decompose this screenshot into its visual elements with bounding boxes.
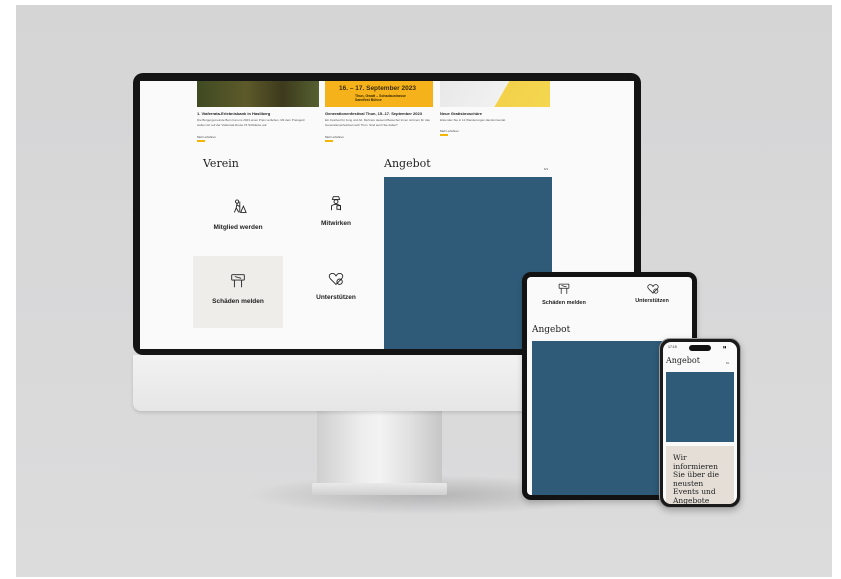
news-image-poster: 16. – 17. September 2023 Thun, Gwatt – S… [325,81,433,107]
news-more-link[interactable]: Mehr erfahren [197,135,216,139]
slider-pager: 6/1 [544,167,549,171]
poster-date: 16. – 17. September 2023 [339,85,416,92]
link-underline [197,140,205,142]
angebot-slider-panel[interactable] [666,372,734,442]
link-underline [440,134,448,136]
signpost-icon [558,283,570,294]
section-heading-angebot: Angebot [666,356,700,365]
link-underline [325,140,333,142]
signpost-icon [231,274,245,288]
dynamic-island [689,345,711,351]
news-image-forest [197,81,319,107]
heart-hand-icon [328,272,344,286]
news-image-brochure [440,81,550,107]
poster-sub: Thun, Gwatt – Schadaustrasse Sandfest Bü… [355,94,406,102]
promo-text: Wir informieren Sie über die neusten Eve… [673,453,720,504]
status-time: 17:19 [668,345,677,349]
section-heading-angebot: Angebot [384,157,431,170]
promo-box: Wir informieren Sie über die neusten Eve… [666,446,734,504]
tile-label: Schäden melden [212,298,264,305]
news-title[interactable]: Neue Gratisbroschüre [440,111,558,116]
tile-label: Unterstützen [316,294,356,301]
tile-mitglied-werden[interactable]: Mitglied werden [193,184,283,256]
section-heading-verein: Verein [203,157,239,170]
tile-schaeden-melden[interactable]: Schäden melden [541,300,587,306]
tile-mitwirken[interactable]: Mitwirken [291,184,381,256]
section-heading-angebot: Angebot [532,325,571,335]
tile-label: Mitglied werden [213,224,263,231]
volunteer-person-icon [331,196,341,211]
heart-hand-icon [647,284,659,294]
tile-unterstuetzen[interactable]: Unterstützen [627,298,677,304]
news-title[interactable]: 1. Viaferrata-Erlebnisbank in Hasliberg [197,111,315,116]
iphone-device: 17:19 ▮▮ Angebot 6/1 Wir informieren Sie… [659,338,741,508]
device-mockup-scene: 16. – 17. September 2023 Thun, Gwatt – S… [16,5,832,577]
news-more-link[interactable]: Mehr erfahren [440,129,459,133]
mobile-website: 17:19 ▮▮ Angebot 6/1 Wir informieren Sie… [663,342,737,504]
tile-label: Mitwirken [321,220,351,227]
news-title[interactable]: Generationenfestival Thun, 15.-17. Septe… [325,111,443,116]
imac-stand [317,411,442,491]
tile-unterstuetzen[interactable]: Unterstützen [291,256,381,328]
slider-pager: 6/1 [726,362,730,365]
news-text: Die Burgergemeinde Bern hat uns 2023 ein… [197,118,305,127]
hiker-mountain-icon [233,199,247,213]
imac-foot [312,483,447,495]
news-text: Ein Festival für Jung und Alt. Mehrere t… [325,118,430,127]
battery-icon: ▮▮ [723,345,727,349]
news-more-link[interactable]: Mehr erfahren [325,135,344,139]
tile-schaeden-melden[interactable]: Schäden melden [193,256,283,328]
news-text: Erkunden Sie in 12 Wanderungen das Emmen… [440,118,506,122]
